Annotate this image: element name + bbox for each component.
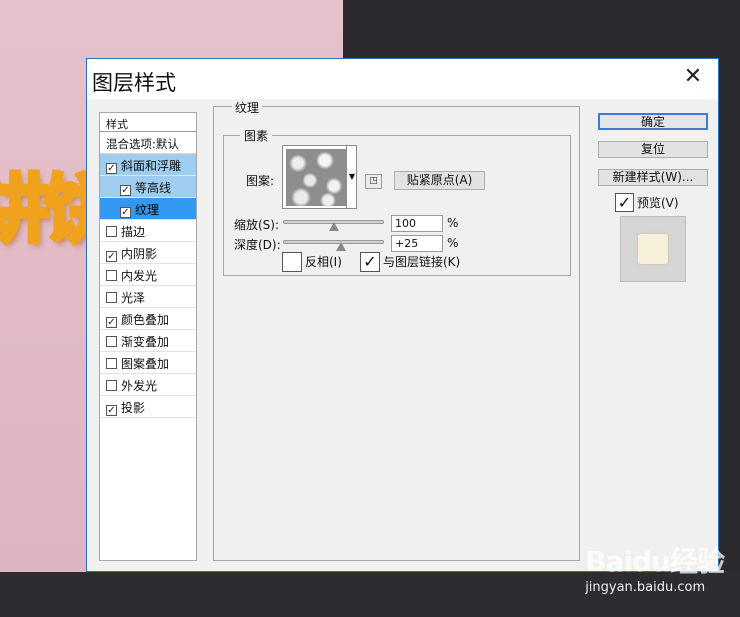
preview-swatch — [638, 234, 668, 264]
style-item-label: 内阴影 — [121, 247, 158, 261]
style-item-checkbox[interactable]: ✓ — [120, 207, 131, 218]
style-item-label: 等高线 — [135, 181, 172, 195]
invert-checkbox[interactable] — [282, 252, 302, 272]
style-item[interactable]: ✓ 投影 — [100, 396, 196, 418]
ok-button[interactable]: 确定 — [598, 113, 708, 130]
style-item[interactable]: ✓ 内阴影 — [100, 242, 196, 264]
pattern-group: 图素 图案: ▼ ◳ 贴紧原点(A) 缩放(S): 100 % 深度(D): +… — [223, 127, 571, 276]
style-item-checkbox[interactable]: ✓ — [106, 251, 117, 262]
baidu-watermark: Baidu经验 jingyan.baidu.com — [585, 540, 725, 595]
style-item-label: 图案叠加 — [121, 357, 170, 371]
style-item[interactable]: ✓ 斜面和浮雕 — [100, 154, 196, 176]
style-item[interactable]: 内发光 — [100, 264, 196, 286]
style-item-label: 斜面和浮雕 — [121, 159, 182, 173]
texture-section-title: 纹理 — [232, 99, 263, 116]
layer-style-dialog: 图层样式 ✕ 样式 混合选项:默认 ✓ 斜面和浮雕 ✓ 等高线 ✓ 纹理描边 ✓ 内阴影内发光… — [86, 58, 719, 572]
dialog-titlebar: 图层样式 ✕ — [87, 59, 718, 99]
style-item[interactable]: 外发光 — [100, 374, 196, 396]
depth-slider-thumb[interactable] — [336, 242, 346, 251]
style-item-checkbox[interactable]: ✓ — [120, 185, 131, 196]
style-list: 样式 混合选项:默认 ✓ 斜面和浮雕 ✓ 等高线 ✓ 纹理描边 ✓ 内阴影内发光光泽 ✓ 颜色叠加… — [99, 112, 197, 561]
style-item-label: 外发光 — [121, 379, 158, 393]
style-item-label: 纹理 — [135, 203, 160, 217]
preview-checkbox[interactable]: ✓ — [615, 193, 634, 212]
style-item-label: 光泽 — [121, 291, 146, 305]
style-item-checkbox[interactable] — [106, 226, 117, 237]
snap-to-origin-button[interactable]: 贴紧原点(A) — [394, 171, 485, 190]
baidu-logo: Baidu经验 — [585, 545, 725, 578]
new-preset-icon[interactable]: ◳ — [365, 174, 382, 189]
style-list-header[interactable]: 样式 — [100, 113, 196, 132]
pattern-label: 图案: — [246, 174, 275, 188]
style-item-checkbox[interactable] — [106, 270, 117, 281]
scale-unit: % — [447, 216, 459, 230]
style-item-checkbox[interactable]: ✓ — [106, 317, 117, 328]
texture-panel: 纹理 图素 图案: ▼ ◳ 贴紧原点(A) 缩放(S): 100 % 深度(D)… — [213, 99, 580, 561]
blend-options-item[interactable]: 混合选项:默认 — [100, 132, 196, 154]
pattern-group-title: 图素 — [240, 127, 273, 144]
depth-unit: % — [447, 236, 459, 250]
invert-label: 反相(I) — [305, 255, 342, 269]
preview-label: 预览(V) — [637, 196, 679, 210]
chevron-down-icon[interactable]: ▼ — [346, 146, 357, 208]
pattern-swatch[interactable] — [286, 149, 346, 206]
depth-input[interactable]: +25 — [391, 235, 443, 252]
style-item-checkbox[interactable]: ✓ — [106, 405, 117, 416]
style-item[interactable]: 描边 — [100, 220, 196, 242]
style-item-label: 渐变叠加 — [121, 335, 170, 349]
style-item-label: 描边 — [121, 225, 146, 239]
style-item-checkbox[interactable] — [106, 292, 117, 303]
watermark-url: jingyan.baidu.com — [585, 580, 706, 595]
style-item[interactable]: ✓ 颜色叠加 — [100, 308, 196, 330]
style-item-checkbox[interactable] — [106, 336, 117, 347]
style-item-checkbox[interactable]: ✓ — [106, 163, 117, 174]
style-item-label: 内发光 — [121, 269, 158, 283]
close-button[interactable]: ✕ — [682, 66, 704, 89]
style-item[interactable]: 图案叠加 — [100, 352, 196, 374]
link-with-layer-checkbox[interactable]: ✓ — [360, 252, 380, 272]
style-item[interactable]: 光泽 — [100, 286, 196, 308]
depth-slider[interactable] — [283, 240, 384, 244]
scale-slider-thumb[interactable] — [329, 222, 339, 231]
dialog-title: 图层样式 — [92, 71, 176, 95]
style-item-label: 颜色叠加 — [121, 313, 170, 327]
style-item-checkbox[interactable] — [106, 380, 117, 391]
reset-button[interactable]: 复位 — [598, 141, 708, 158]
link-with-layer-label: 与图层链接(K) — [383, 255, 461, 269]
scale-input[interactable]: 100 — [391, 215, 443, 232]
style-item[interactable]: ✓ 等高线 — [100, 176, 196, 198]
style-item[interactable]: 渐变叠加 — [100, 330, 196, 352]
pattern-picker[interactable]: ▼ — [282, 145, 357, 209]
style-item-checkbox[interactable] — [106, 358, 117, 369]
depth-label: 深度(D): — [234, 238, 281, 252]
new-style-button[interactable]: 新建样式(W)... — [598, 169, 708, 186]
style-item-label: 投影 — [121, 401, 146, 415]
scale-label: 缩放(S): — [234, 218, 280, 232]
style-item[interactable]: ✓ 纹理 — [100, 198, 196, 220]
style-preview-thumbnail — [620, 216, 686, 282]
